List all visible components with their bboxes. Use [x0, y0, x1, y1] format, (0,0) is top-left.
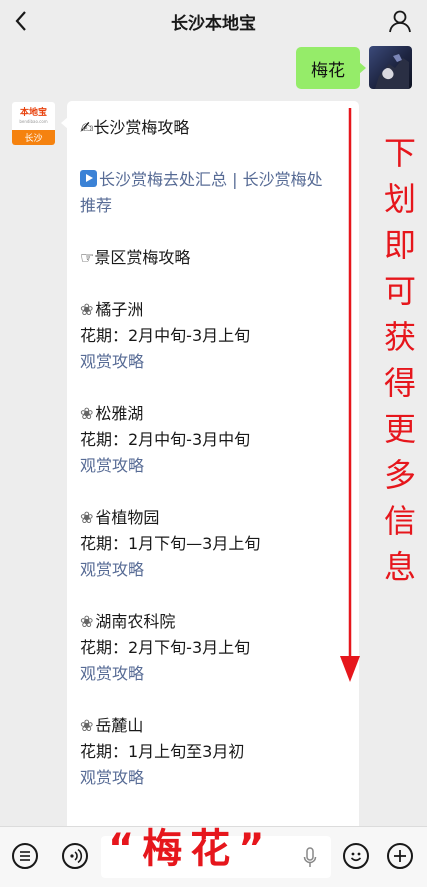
- guide-links-line: 长沙赏梅去处汇总 | 长沙赏梅处: [80, 167, 350, 193]
- spot-period: 花期：2月中旬-3月中旬: [80, 430, 251, 449]
- link-meihua-summary[interactable]: 长沙赏梅去处汇总: [99, 170, 227, 189]
- bot-message-bubble: ✍长沙赏梅攻略 长沙赏梅去处汇总 | 长沙赏梅处 推荐 ☞景区赏梅攻略 ❀ 橘子洲…: [67, 101, 359, 861]
- scroll-down-arrow-icon: [340, 108, 360, 682]
- person-icon[interactable]: [387, 8, 413, 34]
- link-separator: |: [227, 170, 243, 189]
- flower-icon: ❀: [80, 404, 94, 423]
- bot-avatar[interactable]: 本地宝 bendibao.com 长沙: [12, 102, 55, 145]
- flower-icon: ❀: [80, 612, 94, 631]
- section-title: ☞景区赏梅攻略: [80, 248, 191, 267]
- avatar-city: 长沙: [12, 130, 55, 145]
- emoji-icon[interactable]: [343, 843, 369, 869]
- annotation-vertical-text: 下 划 即 可 获 得 更 多 信 息: [383, 134, 416, 586]
- list-icon[interactable]: [12, 843, 38, 869]
- spot-guide-link[interactable]: 观赏攻略: [80, 349, 350, 375]
- user-avatar[interactable]: [369, 46, 412, 89]
- plus-icon[interactable]: [387, 843, 413, 869]
- chat-title: 长沙本地宝: [171, 14, 256, 34]
- spot-guide-link[interactable]: 观赏攻略: [80, 557, 350, 583]
- spot-period: 花期：2月中旬-3月上旬: [80, 326, 251, 345]
- spot-guide-link[interactable]: 观赏攻略: [80, 661, 350, 687]
- avatar-brand: 本地宝: [19, 108, 47, 118]
- spot-guide-link[interactable]: 观赏攻略: [80, 765, 350, 791]
- spot-name: ❀ 湖南农科院: [80, 612, 176, 631]
- voice-icon[interactable]: [62, 843, 88, 869]
- spot-guide-link[interactable]: 观赏攻略: [80, 453, 350, 479]
- flower-icon: ❀: [80, 300, 94, 319]
- message-heading: ✍长沙赏梅攻略: [80, 118, 190, 137]
- flower-icon: ❀: [80, 716, 94, 735]
- spot-name: ❀ 岳麓山: [80, 716, 144, 735]
- flower-icon: ❀: [80, 508, 94, 527]
- spot-period: 花期：2月下旬-3月上旬: [80, 638, 251, 657]
- spot-period: 花期：1月下旬—3月上旬: [80, 534, 261, 553]
- avatar-image: [375, 54, 409, 89]
- message-content: ✍长沙赏梅攻略 长沙赏梅去处汇总 | 长沙赏梅处 推荐 ☞景区赏梅攻略 ❀ 橘子洲…: [80, 115, 350, 791]
- spot-name: ❀ 省植物园: [80, 508, 160, 527]
- link-meihua-places-cont[interactable]: 推荐: [80, 193, 350, 219]
- avatar-url: bendibao.com: [19, 119, 48, 124]
- play-icon: [80, 170, 97, 187]
- annotation-overlay-text: “梅花”: [108, 826, 273, 872]
- link-meihua-places[interactable]: 长沙赏梅处: [243, 170, 323, 189]
- top-bar: 长沙本地宝: [0, 0, 427, 42]
- spot-period: 花期：1月上旬至3月初: [80, 742, 245, 761]
- spot-name: ❀ 橘子洲: [80, 300, 144, 319]
- spot-name: ❀ 松雅湖: [80, 404, 144, 423]
- user-message-bubble[interactable]: 梅花: [296, 47, 366, 89]
- user-message-text: 梅花: [311, 60, 345, 81]
